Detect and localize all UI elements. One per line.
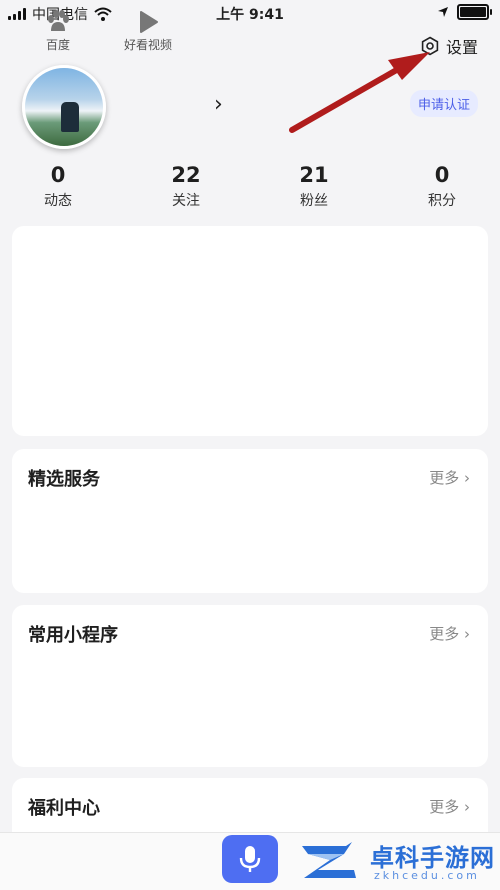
battery-icon: [457, 4, 492, 20]
featured-services-card: 精选服务 更多 ›: [12, 449, 488, 593]
watermark-logo: [302, 842, 356, 878]
stat-label: 关注: [172, 193, 200, 209]
watermark-text: 卓科手游网: [370, 844, 495, 872]
section-title: 精选服务: [28, 469, 100, 490]
settings-button[interactable]: 设置: [420, 34, 478, 58]
stat-value: 0: [50, 163, 66, 187]
tab-label: 好看视频: [123, 38, 172, 52]
tab-baidu[interactable]: 百度: [23, 8, 93, 53]
gear-icon: [421, 36, 439, 56]
section-title: 常用小程序: [28, 625, 118, 646]
stat-value: 22: [171, 163, 201, 187]
tab-haokan-video[interactable]: 好看视频: [113, 8, 183, 53]
more-link[interactable]: 更多 ›: [429, 467, 470, 488]
stat-label: 积分: [428, 193, 456, 209]
section-title: 福利中心: [28, 798, 100, 819]
play-icon: [140, 11, 158, 33]
watermark-url: zkhcedu.com: [374, 869, 480, 882]
stat-points[interactable]: 0 积分: [392, 163, 492, 210]
stat-value: 0: [434, 163, 450, 187]
more-link[interactable]: 更多 ›: [429, 623, 470, 644]
location-icon: [438, 7, 448, 17]
stat-value: 21: [299, 163, 329, 187]
avatar[interactable]: [22, 65, 106, 149]
paw-icon: [48, 10, 69, 31]
blank-card: [12, 226, 488, 436]
apply-certification-button[interactable]: 申请认证: [409, 90, 478, 117]
stat-label: 动态: [44, 193, 72, 209]
voice-search-button[interactable]: [222, 835, 278, 883]
microphone-icon: [239, 846, 261, 872]
stat-posts[interactable]: 0 动态: [8, 163, 108, 210]
more-link[interactable]: 更多 ›: [429, 796, 470, 817]
tab-label: 百度: [45, 38, 70, 52]
mini-programs-card: 常用小程序 更多 ›: [12, 605, 488, 767]
stat-following[interactable]: 22 关注: [136, 163, 236, 210]
settings-label: 设置: [445, 38, 478, 57]
stat-label: 粉丝: [300, 193, 328, 209]
profile-chevron-icon[interactable]: ›: [214, 92, 223, 117]
stat-followers[interactable]: 21 粉丝: [264, 163, 364, 210]
watermark: 卓科手游网 zkhcedu.com: [300, 836, 500, 889]
